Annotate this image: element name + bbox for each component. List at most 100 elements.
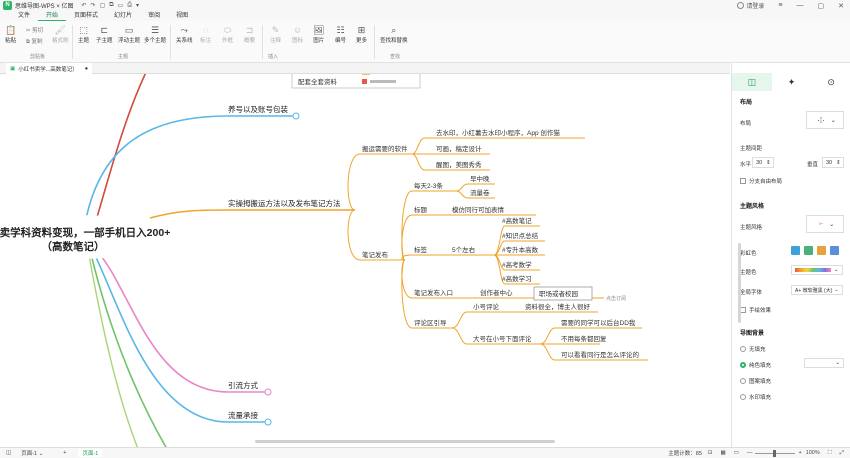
theme-style-select[interactable]: ⟜ ⌄ [806,215,844,233]
open-icon[interactable]: ▭ [118,2,124,9]
login-button[interactable]: 请登录 [737,1,764,10]
menu-file[interactable]: 文件 [10,11,38,21]
color-option-1[interactable] [791,246,800,255]
close-icon[interactable]: ✕ [838,2,844,10]
outline-button[interactable]: ⬭ 外框 [222,25,233,44]
grid-view-icon[interactable]: ▦ [721,450,726,456]
node-small-comment[interactable]: 小号评论 [473,302,500,311]
node-small-comment-text[interactable]: 资料很全，博主人很好 [525,302,591,311]
node-subscribe[interactable]: 点击订阅 [606,295,626,302]
node-coupon[interactable]: 流量卷 [470,188,490,197]
node-tool1[interactable]: 去水印，小红薯去水印小程序，App 创作猫 [436,128,560,137]
node-morning[interactable]: 早中晚 [470,174,490,183]
horizontal-spacing-input[interactable]: 30 ⇕ [752,157,774,168]
node-brand[interactable]: 养号以及账号包装 [228,104,288,114]
global-font-select[interactable]: A+ 微软雅黑 (大) ⌄ [791,285,843,295]
theme-tab-icon[interactable]: ✦ [772,73,812,91]
hand-drawn-checkbox[interactable]: 手绘效果 [740,306,771,314]
redo-icon[interactable]: ↷ [91,2,96,9]
fullscreen-icon[interactable]: ⛶ [828,450,832,457]
free-layout-checkbox[interactable]: 分支自由布局 [740,177,782,185]
mindmap-canvas[interactable]: 卖学科资料变现，一部手机日入200+ （高数笔记） 配套全套资料 养号以及账号包… [0,74,730,447]
zoom-out-button[interactable]: — [747,450,753,456]
summary-button[interactable]: ⊐ 概要 [244,25,255,44]
node-title[interactable]: 标题 [414,205,428,214]
zoom-in-button[interactable]: + [798,450,801,456]
bg-solid-radio[interactable]: 纯色填充 [740,361,771,369]
node-tags[interactable]: 标签 [414,245,428,254]
color-option-4[interactable] [830,246,839,255]
find-replace-button[interactable]: ⌕ 查找和替换 [380,25,408,44]
float-topic-button[interactable]: ▭ 浮动主题 [118,25,140,44]
relation-button[interactable]: ⤳ 关系线 [176,25,193,44]
node-tools[interactable]: 搬运需要的软件 [362,144,408,153]
add-page-button[interactable]: + [63,450,66,456]
label-button[interactable]: ◌ 标注 [200,25,211,44]
node-tags-count[interactable]: 5个左右 [452,245,476,254]
bg-pattern-radio[interactable]: 图案填充 [740,377,771,385]
node-title-tip[interactable]: 模仿同行可加表情 [452,205,505,214]
panel-scrollbar[interactable] [738,243,741,323]
number-button[interactable]: ☷ 编号 [335,25,346,44]
page-tab[interactable]: 页面-1 [78,449,103,457]
minimize-icon[interactable]: — [797,2,804,9]
node-main[interactable]: 实操拇搬运方法以及发布笔记方法 [228,198,341,208]
icon-button[interactable]: ☺ 图标 [292,25,303,44]
presentation-icon[interactable]: ▭ [734,450,739,456]
sub-topic-button[interactable]: ⊏ 子主题 [96,25,113,44]
more-quick-icon[interactable]: ▾ [136,2,139,9]
menu-view[interactable]: 视图 [168,11,196,21]
format-painter-button[interactable]: 🖌 格式刷 [52,25,69,44]
page-select[interactable]: 页面-1 ⌄ [21,449,43,457]
node-traffic[interactable]: 引流方式 [228,380,258,390]
note-button[interactable]: ✎ 注释 [270,25,281,44]
bg-color-select[interactable]: ⌄ [804,358,844,368]
undo-icon[interactable]: ↶ [82,2,87,9]
menu-start[interactable]: 开始 [38,11,67,21]
bg-none-radio[interactable]: 无填充 [740,345,766,353]
print-icon[interactable]: ⎙ [127,2,132,9]
node-tag4[interactable]: #高考数学 [502,260,532,269]
vertical-spacing-input[interactable]: 30 ⇕ [822,157,844,168]
node-daily[interactable]: 每天2-3条 [414,181,443,190]
collapse-node-icon[interactable] [292,112,300,120]
maximize-icon[interactable]: ▢ [818,2,825,10]
node-big2[interactable]: 不用每条都回复 [561,334,607,343]
theme-color-select[interactable]: ⌄ [791,265,843,275]
new-icon[interactable]: ▢ [100,2,106,9]
menu-slides[interactable]: 幻灯片 [106,11,140,21]
collapse-node-icon[interactable] [264,418,272,426]
node-tag2[interactable]: #知识点总结 [502,231,539,240]
bg-watermark-radio[interactable]: 水印填充 [740,393,771,401]
node-tag5[interactable]: #高数学习 [502,274,532,283]
color-option-3[interactable] [817,246,826,255]
layout-select[interactable]: ·⁞· ⌄ [806,111,844,129]
style-tab-icon[interactable]: ◫ [732,73,772,91]
node-tag3[interactable]: #专升本高数 [502,245,539,254]
node-big1[interactable]: 需要的同学可以后台DD我 [561,318,636,327]
menu-page-style[interactable]: 页面样式 [66,11,106,21]
node-publish[interactable]: 笔记发布 [362,250,389,259]
node-tool2[interactable]: 可画，稿定设计 [436,144,482,153]
node-comment[interactable]: 评论区引导 [414,318,447,327]
copy-button[interactable]: ⧉ 复制 [26,37,42,46]
node-tool3[interactable]: 醒图，美图秀秀 [436,160,482,169]
menu-review[interactable]: 审阅 [140,11,168,21]
node-tag1[interactable]: #高数笔记 [502,216,532,225]
zoom-slider[interactable] [755,449,796,457]
fit-icon[interactable]: ⊡ [708,450,713,456]
multi-topic-button[interactable]: ☰ 多个主题 [144,25,166,44]
menu-icon[interactable]: ≡ [778,2,782,9]
node-creator[interactable]: 创作者中心 [480,288,513,297]
node-entry[interactable]: 笔记发布入口 [414,288,453,297]
zoom-slider-handle[interactable] [773,449,777,457]
more-button[interactable]: ⊞ 更多 [356,25,367,44]
main-topic-button[interactable]: ⬚ 主题 [78,25,89,44]
expand-icon[interactable]: ⤢ [840,450,844,457]
color-option-2[interactable] [804,246,813,255]
image-button[interactable]: 🖼 图片 [313,25,324,44]
horizontal-scrollbar[interactable] [255,440,555,443]
document-tab[interactable]: ▣ 小红书卖学...高数笔记） ● [6,63,93,74]
cut-button[interactable]: ✂ 剪切 [26,26,43,34]
node-big3[interactable]: 可以看看同行是怎么评论的 [561,350,640,359]
